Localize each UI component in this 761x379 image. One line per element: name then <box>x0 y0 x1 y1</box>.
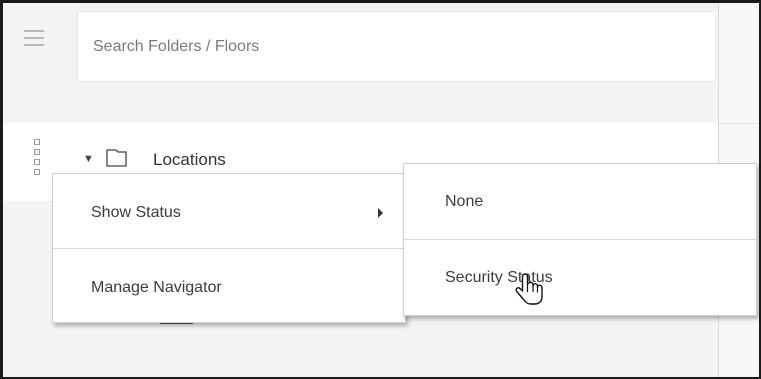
menu-item-manage-navigator[interactable]: Manage Navigator <box>53 249 405 323</box>
submenu-item-label: None <box>445 193 484 210</box>
menu-item-show-status[interactable]: Show Status <box>53 174 405 248</box>
status-submenu: None Security Status <box>403 163 757 316</box>
submenu-item-none[interactable]: None <box>404 164 756 239</box>
submenu-item-security-status[interactable]: Security Status <box>404 240 756 314</box>
caret-down-icon[interactable]: ▼ <box>83 153 94 165</box>
hamburger-icon[interactable] <box>24 30 44 46</box>
folder-icon <box>106 149 127 167</box>
search-input[interactable] <box>77 11 715 82</box>
drag-handle-icon[interactable] <box>34 139 42 175</box>
chevron-right-icon <box>378 208 383 218</box>
panel-divider <box>719 123 759 124</box>
context-menu: Show Status Manage Navigator <box>52 173 406 323</box>
tree-item-label: Locations <box>153 150 226 169</box>
submenu-item-label: Security Status <box>445 269 553 286</box>
menu-item-label: Manage Navigator <box>91 279 222 296</box>
menu-item-label: Show Status <box>91 204 181 221</box>
